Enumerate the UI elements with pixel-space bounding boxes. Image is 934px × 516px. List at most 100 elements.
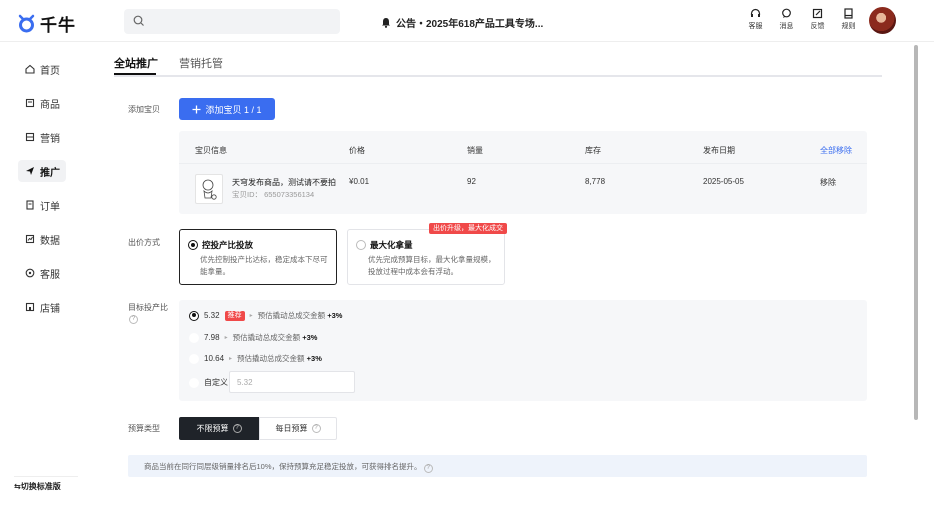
shop-icon <box>25 302 35 312</box>
roi-option-custom[interactable]: 自定义 <box>189 377 228 388</box>
budget-daily-button[interactable]: 每日预算 ? <box>259 417 337 440</box>
custom-label: 自定义 <box>204 378 228 387</box>
radio-button[interactable] <box>188 240 198 250</box>
radio-button[interactable] <box>189 377 199 388</box>
product-id: 宝贝ID： 655073356134 <box>232 190 315 199</box>
radio-button[interactable] <box>189 353 199 364</box>
sidebar-item-service[interactable]: 客服 <box>18 262 66 284</box>
tool-rules[interactable]: 规则 <box>833 8 864 31</box>
bid-option-roi[interactable]: 控投产比投放 优先控制投产比达标，稳定成本下尽可能拿量。 <box>179 229 337 285</box>
tip-banner: 商品当前在同行同层级销量排名后10%，保持预算充足稳定投放，可获得排名提升。 ? <box>128 455 867 477</box>
tool-feedback[interactable]: 反馈 <box>802 8 833 31</box>
sidebar-item-label: 客服 <box>40 269 60 281</box>
message-icon <box>782 8 791 18</box>
marketing-icon <box>25 132 35 142</box>
arrow-right-icon: ▸ <box>249 313 253 319</box>
custom-roi-input[interactable]: 5.32 <box>229 371 355 393</box>
sidebar-item-goods[interactable]: 商品 <box>18 92 66 114</box>
roi-value: 7.98 <box>204 333 220 342</box>
sidebar-item-marketing[interactable]: 营销 <box>18 126 66 148</box>
budget-option-label: 不限预算 <box>196 424 229 433</box>
roi-option[interactable]: 7.98 ▸ 预估撬动总成交金额 +3% <box>189 332 317 343</box>
sidebar: 首页 商品 营销 推广 订单 数据 客服 店铺 ⇆切换标准版 <box>0 42 84 516</box>
help-icon[interactable]: ? <box>423 464 433 473</box>
sidebar-item-label: 数据 <box>40 235 60 247</box>
help-icon[interactable]: ? <box>129 315 138 324</box>
notice-text: 公告・2025年618产品工具专场... <box>396 19 544 30</box>
tab-site-promotion[interactable]: 全站推广 <box>114 55 158 71</box>
sidebar-item-data[interactable]: 数据 <box>18 228 66 250</box>
order-icon <box>26 200 34 210</box>
remove-link[interactable]: 移除 <box>820 177 836 188</box>
bidding-label: 出价方式 <box>128 238 160 247</box>
recommend-badge: 推荐 <box>224 310 245 321</box>
switch-standard-button[interactable]: ⇆切换标准版 <box>14 476 78 492</box>
product-stock: 8,778 <box>585 177 606 186</box>
bid-option-max-volume[interactable]: 最大化拿量 优先完成预算目标，最大化拿量规模，投放过程中成本会有浮动。 <box>347 229 505 285</box>
tool-messages[interactable]: 消息 <box>771 8 802 31</box>
budget-label: 预算类型 <box>128 424 160 433</box>
help-icon[interactable]: ? <box>232 424 242 433</box>
sidebar-item-label: 商品 <box>40 99 60 111</box>
roi-delta: +3% <box>306 354 322 363</box>
roi-estimate: 预估撬动总成交金额 <box>232 333 301 342</box>
scrollbar-thumb[interactable] <box>914 45 918 420</box>
column-header: 宝贝信息 <box>195 146 227 155</box>
sidebar-item-orders[interactable]: 订单 <box>18 194 66 216</box>
bid-option-desc: 优先完成预算目标，最大化拿量规模，投放过程中成本会有浮动。 <box>368 255 496 276</box>
arrow-right-icon: ▸ <box>224 335 228 341</box>
logo-text: 千牛 <box>40 16 76 35</box>
data-icon <box>25 234 35 244</box>
service-icon <box>25 268 35 278</box>
rules-icon <box>844 8 853 19</box>
tip-text: 商品当前在同行同层级销量排名后10%，保持预算充足稳定投放，可获得排名提升。 <box>144 462 422 471</box>
goods-icon <box>25 98 35 108</box>
add-item-label: 添加宝贝 <box>128 105 160 114</box>
sidebar-item-label: 店铺 <box>40 303 60 315</box>
tool-label: 消息 <box>779 23 794 30</box>
column-header: 价格 <box>349 146 365 155</box>
help-icon[interactable]: ? <box>311 424 321 433</box>
tab-marketing-hosting[interactable]: 营销托管 <box>179 55 223 71</box>
budget-option-label: 每日预算 <box>275 424 308 433</box>
add-item-button[interactable]: 添加宝贝 1 / 1 <box>179 98 275 120</box>
bell-icon <box>382 18 390 28</box>
radio-button[interactable] <box>356 240 366 250</box>
roi-option[interactable]: 5.32 推荐 ▸ 预估撬动总成交金额 +3% <box>189 310 342 321</box>
roi-delta: +3% <box>302 333 318 342</box>
product-name[interactable]: 天穹发布商品，测试请不要拍 <box>232 177 336 188</box>
roi-value: 10.64 <box>204 354 225 363</box>
logo[interactable]: 千牛 <box>18 11 76 36</box>
upgrade-badge: 出价升级，最大化成交 <box>429 223 507 234</box>
top-bar: 千牛 公告・2025年618产品工具专场... 客服 消息 反馈 规则 <box>0 0 934 42</box>
column-header: 库存 <box>585 146 601 155</box>
switch-label: 切换标准版 <box>20 482 61 491</box>
search-input[interactable] <box>124 9 340 34</box>
remove-all-link[interactable]: 全部移除 <box>820 145 852 156</box>
promotion-icon <box>26 167 34 175</box>
arrow-right-icon: ▸ <box>229 356 233 362</box>
header-tools: 客服 消息 反馈 规则 <box>740 8 864 31</box>
product-image-icon <box>202 179 217 200</box>
roi-option[interactable]: 10.64 ▸ 预估撬动总成交金额 +3% <box>189 353 322 364</box>
home-icon <box>25 64 35 74</box>
bid-option-title: 控投产比投放 <box>202 240 254 250</box>
sidebar-item-promotion[interactable]: 推广 <box>18 160 66 182</box>
product-thumbnail[interactable] <box>195 174 223 204</box>
tool-service[interactable]: 客服 <box>740 8 771 31</box>
sidebar-item-shop[interactable]: 店铺 <box>18 296 66 318</box>
switch-icon: ⇆ <box>14 482 21 491</box>
tool-label: 规则 <box>841 23 856 30</box>
radio-button[interactable] <box>189 310 199 321</box>
feedback-icon <box>812 8 823 19</box>
bid-option-desc: 优先控制投产比达标，稳定成本下尽可能拿量。 <box>200 255 328 276</box>
column-header: 发布日期 <box>703 146 735 155</box>
budget-unlimited-button[interactable]: 不限预算 ? <box>179 417 259 440</box>
column-header: 销量 <box>467 146 483 155</box>
scrollbar[interactable] <box>912 42 934 516</box>
radio-button[interactable] <box>189 332 199 343</box>
sidebar-item-home[interactable]: 首页 <box>18 58 66 80</box>
avatar[interactable] <box>869 7 896 34</box>
sidebar-item-label: 推广 <box>40 167 60 179</box>
notice-bar[interactable]: 公告・2025年618产品工具专场... <box>381 15 543 30</box>
